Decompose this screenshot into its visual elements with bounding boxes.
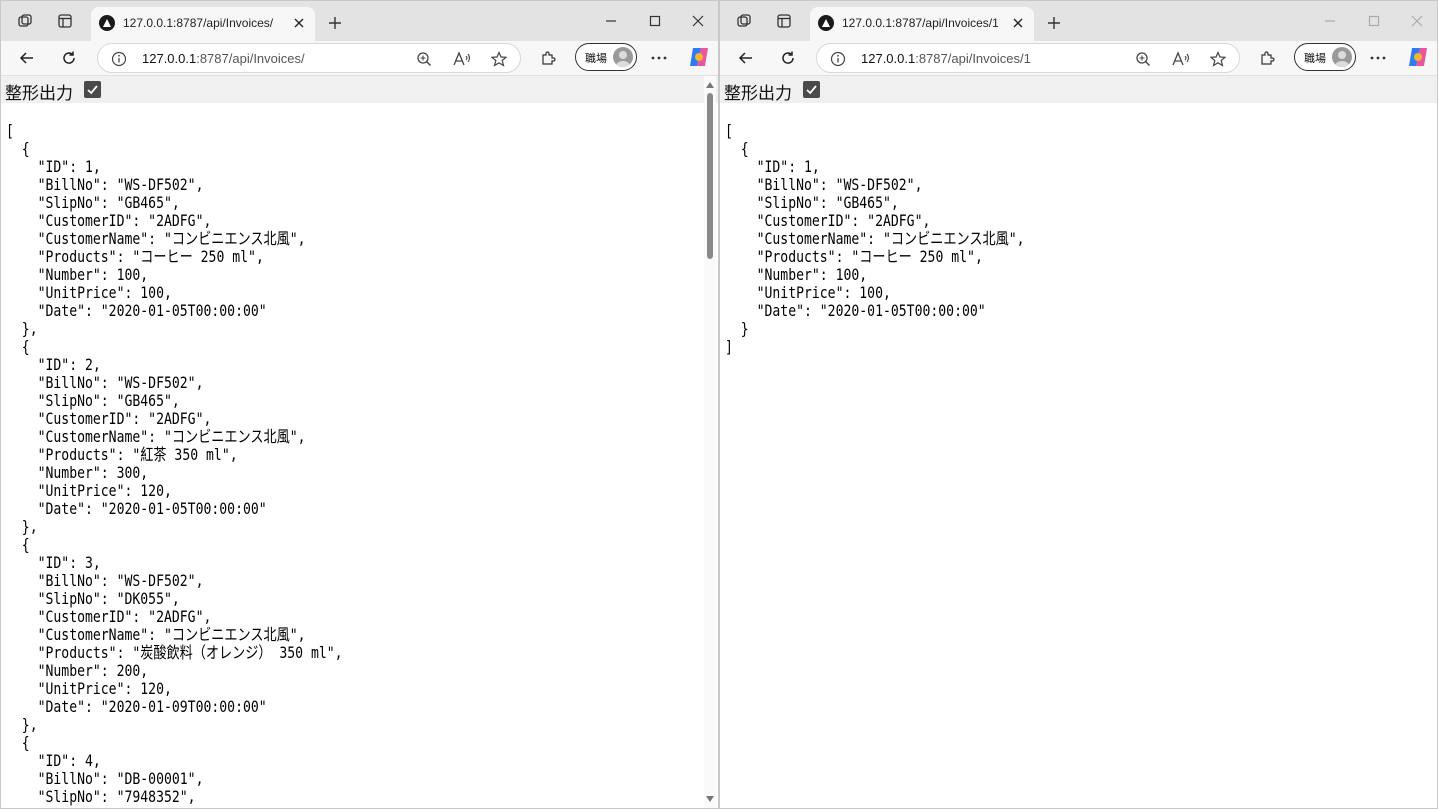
avatar (1332, 47, 1352, 67)
address-text: 127.0.0.1:8787/api/Invoices/1 (861, 51, 1031, 66)
close-icon[interactable] (1397, 7, 1437, 35)
pretty-print-label: 整形出力 (724, 84, 792, 104)
tab-actions-icon[interactable] (51, 7, 79, 35)
pretty-print-bar: 整形出力 (720, 76, 1437, 104)
favicon-icon (99, 15, 115, 31)
json-output: [ { "ID": 1, "BillNo": "WS-DF502", "Slip… (6, 121, 343, 806)
toolbar: 127.0.0.1:8787/api/Invoices/1 職場 (720, 41, 1437, 76)
tab-title: 127.0.0.1:8787/api/Invoices/1 (842, 16, 999, 30)
profile-button[interactable]: 職場 (1294, 43, 1356, 71)
info-icon[interactable] (829, 50, 847, 68)
more-icon[interactable] (645, 44, 673, 72)
refresh-icon[interactable] (55, 44, 83, 72)
scroll-down-icon[interactable] (705, 794, 715, 804)
tab-bar: 127.0.0.1:8787/api/Invoices/ (1, 1, 718, 41)
back-icon[interactable] (732, 44, 760, 72)
page-content: 整形出力 [ { "ID": 1, "BillNo": "WS-DF502", … (1, 76, 718, 808)
json-output: [ { "ID": 1, "BillNo": "WS-DF502", "Slip… (725, 121, 1025, 356)
copilot-icon[interactable] (1406, 45, 1430, 69)
read-aloud-icon[interactable] (452, 49, 472, 69)
scroll-thumb[interactable] (707, 93, 713, 259)
avatar (613, 47, 633, 67)
maximize-icon[interactable] (1354, 7, 1394, 35)
close-icon[interactable] (289, 13, 309, 33)
back-icon[interactable] (13, 44, 41, 72)
read-aloud-icon[interactable] (1171, 49, 1191, 69)
copilot-icon[interactable] (687, 45, 711, 69)
minimize-icon[interactable] (1310, 7, 1350, 35)
scroll-up-icon[interactable] (705, 80, 715, 90)
pretty-print-checkbox[interactable] (84, 81, 101, 98)
new-tab-icon[interactable] (321, 9, 349, 37)
minimize-icon[interactable] (591, 7, 631, 35)
vertical-scrollbar[interactable] (704, 76, 716, 808)
pretty-print-label: 整形出力 (5, 84, 73, 104)
tab-bar: 127.0.0.1:8787/api/Invoices/1 (720, 1, 1437, 41)
address-bar[interactable]: 127.0.0.1:8787/api/Invoices/1 (816, 43, 1240, 73)
active-tab[interactable]: 127.0.0.1:8787/api/Invoices/ (91, 7, 315, 41)
zoom-icon[interactable] (414, 49, 434, 69)
close-icon[interactable] (1008, 13, 1028, 33)
more-icon[interactable] (1364, 44, 1392, 72)
pretty-print-bar: 整形出力 (1, 76, 718, 104)
address-bar[interactable]: 127.0.0.1:8787/api/Invoices/ (97, 43, 521, 73)
favorite-star-icon[interactable] (1208, 49, 1228, 69)
info-icon[interactable] (110, 50, 128, 68)
favorite-star-icon[interactable] (489, 49, 509, 69)
favicon-icon (818, 15, 834, 31)
zoom-icon[interactable] (1133, 49, 1153, 69)
address-text: 127.0.0.1:8787/api/Invoices/ (142, 51, 305, 66)
checkbox-check-icon (87, 85, 98, 95)
tab-actions-icon[interactable] (770, 7, 798, 35)
browser-window-left: 127.0.0.1:8787/api/Invoices/ 127.0.0.1:8… (0, 0, 719, 809)
active-tab[interactable]: 127.0.0.1:8787/api/Invoices/1 (810, 7, 1034, 41)
profile-button[interactable]: 職場 (575, 43, 637, 71)
extensions-icon[interactable] (534, 44, 562, 72)
checkbox-check-icon (806, 85, 817, 95)
pretty-print-checkbox[interactable] (803, 81, 820, 98)
new-tab-icon[interactable] (1040, 9, 1068, 37)
tab-title: 127.0.0.1:8787/api/Invoices/ (123, 16, 274, 30)
page-content: 整形出力 [ { "ID": 1, "BillNo": "WS-DF502", … (720, 76, 1437, 808)
close-icon[interactable] (678, 7, 718, 35)
refresh-icon[interactable] (774, 44, 802, 72)
browser-window-right: 127.0.0.1:8787/api/Invoices/1 127.0.0.1:… (719, 0, 1438, 809)
extensions-icon[interactable] (1253, 44, 1281, 72)
toolbar: 127.0.0.1:8787/api/Invoices/ 職場 (1, 41, 718, 76)
workspaces-icon[interactable] (730, 7, 758, 35)
workspaces-icon[interactable] (11, 7, 39, 35)
maximize-icon[interactable] (635, 7, 675, 35)
